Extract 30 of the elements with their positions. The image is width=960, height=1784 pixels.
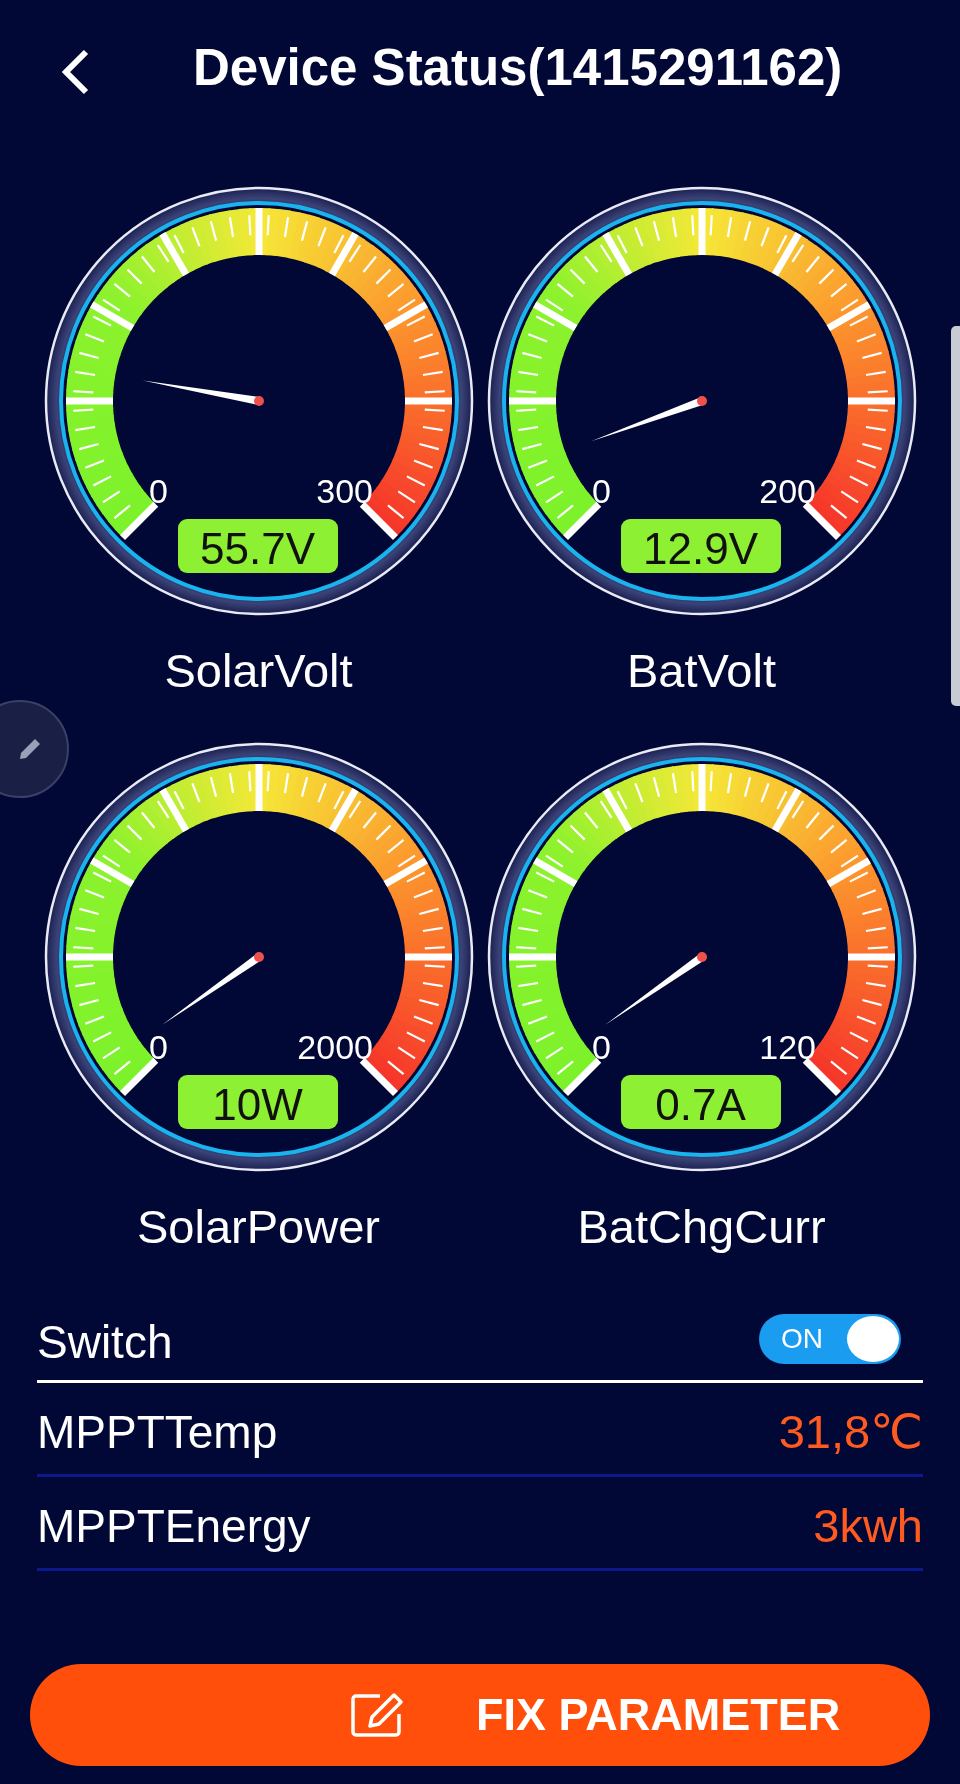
page-title: Device Status(1415291162) bbox=[193, 38, 843, 98]
needle-pivot-icon bbox=[253, 952, 264, 962]
gauge-max-label: 120 bbox=[758, 1028, 816, 1066]
row-value: 31,8℃ bbox=[778, 1404, 923, 1459]
edit-icon bbox=[350, 1692, 404, 1738]
gauge-reading: 12.9V bbox=[620, 519, 781, 573]
row-label: MPPTEnergy bbox=[37, 1498, 311, 1553]
gauge-min-label: 0 bbox=[591, 472, 611, 510]
gauge-reading: 0.7A bbox=[620, 1075, 781, 1129]
gauge-min-label: 0 bbox=[591, 1028, 611, 1066]
gauge-reading: 55.7V bbox=[177, 519, 338, 573]
toggle-switch[interactable]: ON bbox=[759, 1313, 901, 1364]
gauge-reading: 10W bbox=[177, 1075, 338, 1129]
gauge-label: BatChgCurr bbox=[577, 1203, 826, 1251]
needle-pivot-icon bbox=[696, 396, 707, 406]
row-label: MPPTTemp bbox=[37, 1404, 278, 1459]
needle-pivot-icon bbox=[696, 952, 707, 962]
gauge-min-label: 0 bbox=[148, 1028, 168, 1066]
row-label: Switch bbox=[37, 1314, 173, 1369]
needle-pivot-icon bbox=[253, 396, 264, 406]
edit-button[interactable] bbox=[0, 700, 69, 798]
gauge-label: BatVolt bbox=[627, 647, 776, 695]
fix-parameter-button[interactable]: FIX PARAMETER bbox=[30, 1664, 930, 1766]
gauge-max-label: 2000 bbox=[296, 1028, 373, 1066]
gauge-min-label: 0 bbox=[148, 472, 168, 510]
row-value: 3kwh bbox=[813, 1498, 923, 1553]
gauge-max-label: 200 bbox=[758, 472, 816, 510]
gauge-label: SolarVolt bbox=[164, 647, 353, 695]
gauge-label: SolarPower bbox=[137, 1203, 380, 1251]
gauge-max-label: 300 bbox=[315, 472, 373, 510]
